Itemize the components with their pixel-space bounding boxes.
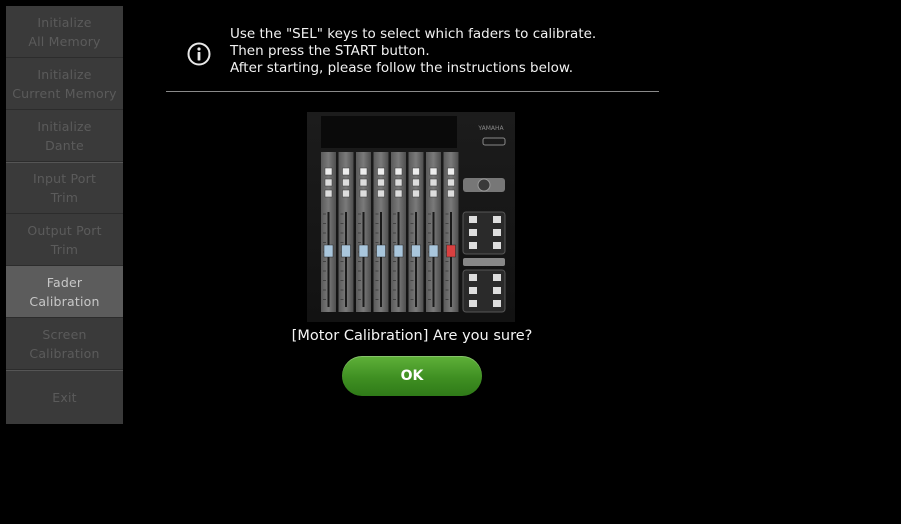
sidebar-item-screen-calibration[interactable]: Screen Calibration [6, 318, 123, 370]
instruction-line-2: Then press the START button. [230, 43, 430, 59]
svg-text:YAMAHA: YAMAHA [477, 125, 504, 132]
sidebar-item-initialize-dante[interactable]: Initialize Dante [6, 110, 123, 162]
ok-button[interactable]: OK [342, 356, 482, 396]
instruction-line-3: After starting, please follow the instru… [230, 60, 574, 76]
divider [166, 91, 659, 92]
confirm-question: [Motor Calibration] Are you sure? [291, 328, 533, 344]
sidebar-item-fader-calibration[interactable]: Fader Calibration [6, 266, 123, 318]
sidebar-item-initialize-current-memory[interactable]: Initialize Current Memory [6, 58, 123, 110]
sidebar-item-input-port-trim[interactable]: Input Port Trim [6, 162, 123, 214]
fader-panel-illustration: YAMAHA [307, 112, 515, 322]
sidebar-item-exit[interactable]: Exit [6, 370, 123, 424]
instructions-text: Use the "SEL" keys to select which fader… [230, 26, 660, 77]
instruction-line-1: Use the "SEL" keys to select which fader… [230, 26, 597, 42]
sidebar-item-output-port-trim[interactable]: Output Port Trim [6, 214, 123, 266]
sidebar-item-initialize-all-memory[interactable]: Initialize All Memory [6, 6, 123, 58]
info-icon [187, 42, 211, 66]
sidebar: Initialize All Memory Initialize Current… [6, 6, 123, 424]
